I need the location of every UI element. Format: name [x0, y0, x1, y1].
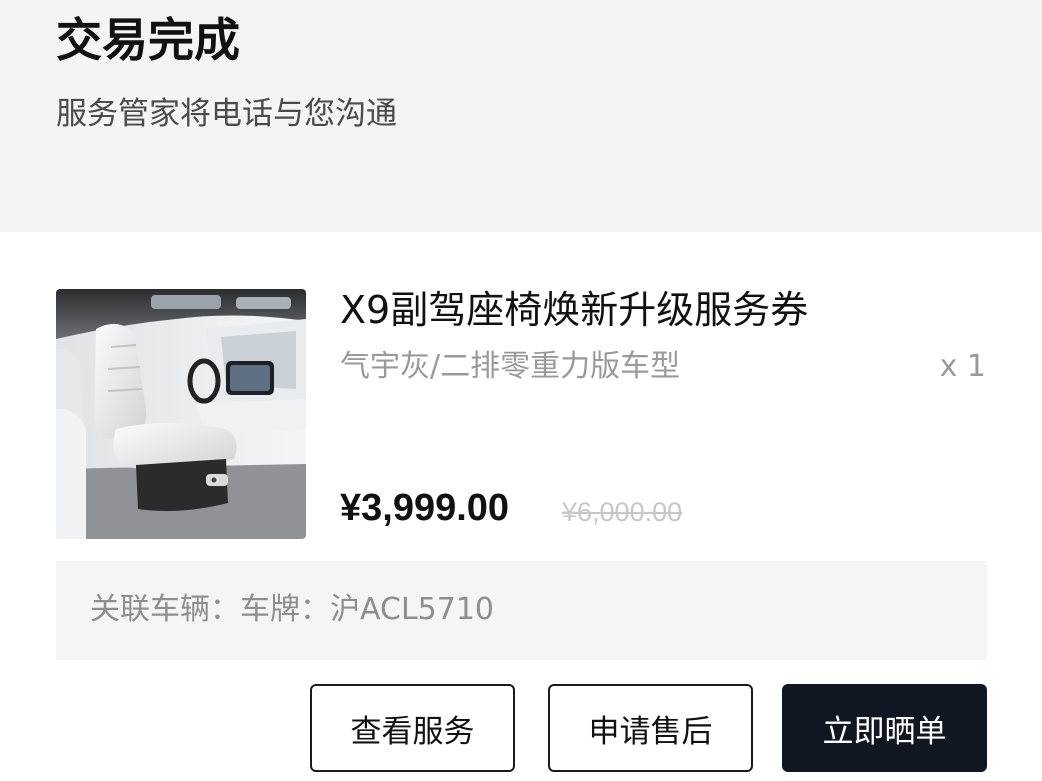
car-seat-interior-image [56, 289, 306, 539]
apply-after-sales-button[interactable]: 申请售后 [548, 684, 753, 772]
status-title: 交易完成 [56, 13, 240, 67]
order-status-header: 交易完成 服务管家将电话与您沟通 [0, 0, 1042, 232]
product-price: ¥3,999.00 [340, 487, 510, 529]
status-subtitle: 服务管家将电话与您沟通 [56, 96, 397, 132]
product-quantity: x 1 [939, 349, 986, 384]
product-variant: 气宇灰/二排零重力版车型 [340, 349, 681, 384]
view-service-button[interactable]: 查看服务 [310, 684, 515, 772]
product-image[interactable] [56, 289, 306, 539]
linked-vehicle-text: 关联车辆：车牌：沪ACL5710 [90, 592, 495, 627]
share-order-button[interactable]: 立即晒单 [782, 684, 987, 772]
linked-vehicle-info: 关联车辆：车牌：沪ACL5710 [56, 561, 987, 660]
product-name[interactable]: X9副驾座椅焕新升级服务券 [340, 284, 980, 336]
original-price: ¥6,000.00 [562, 497, 683, 527]
